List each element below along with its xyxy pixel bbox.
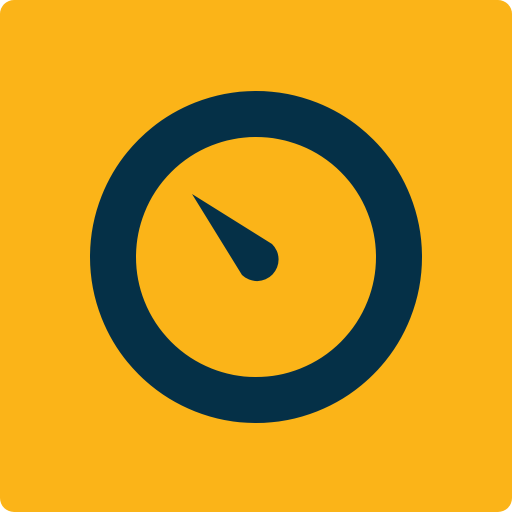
app-icon xyxy=(0,0,512,512)
gauge-icon xyxy=(0,0,512,512)
